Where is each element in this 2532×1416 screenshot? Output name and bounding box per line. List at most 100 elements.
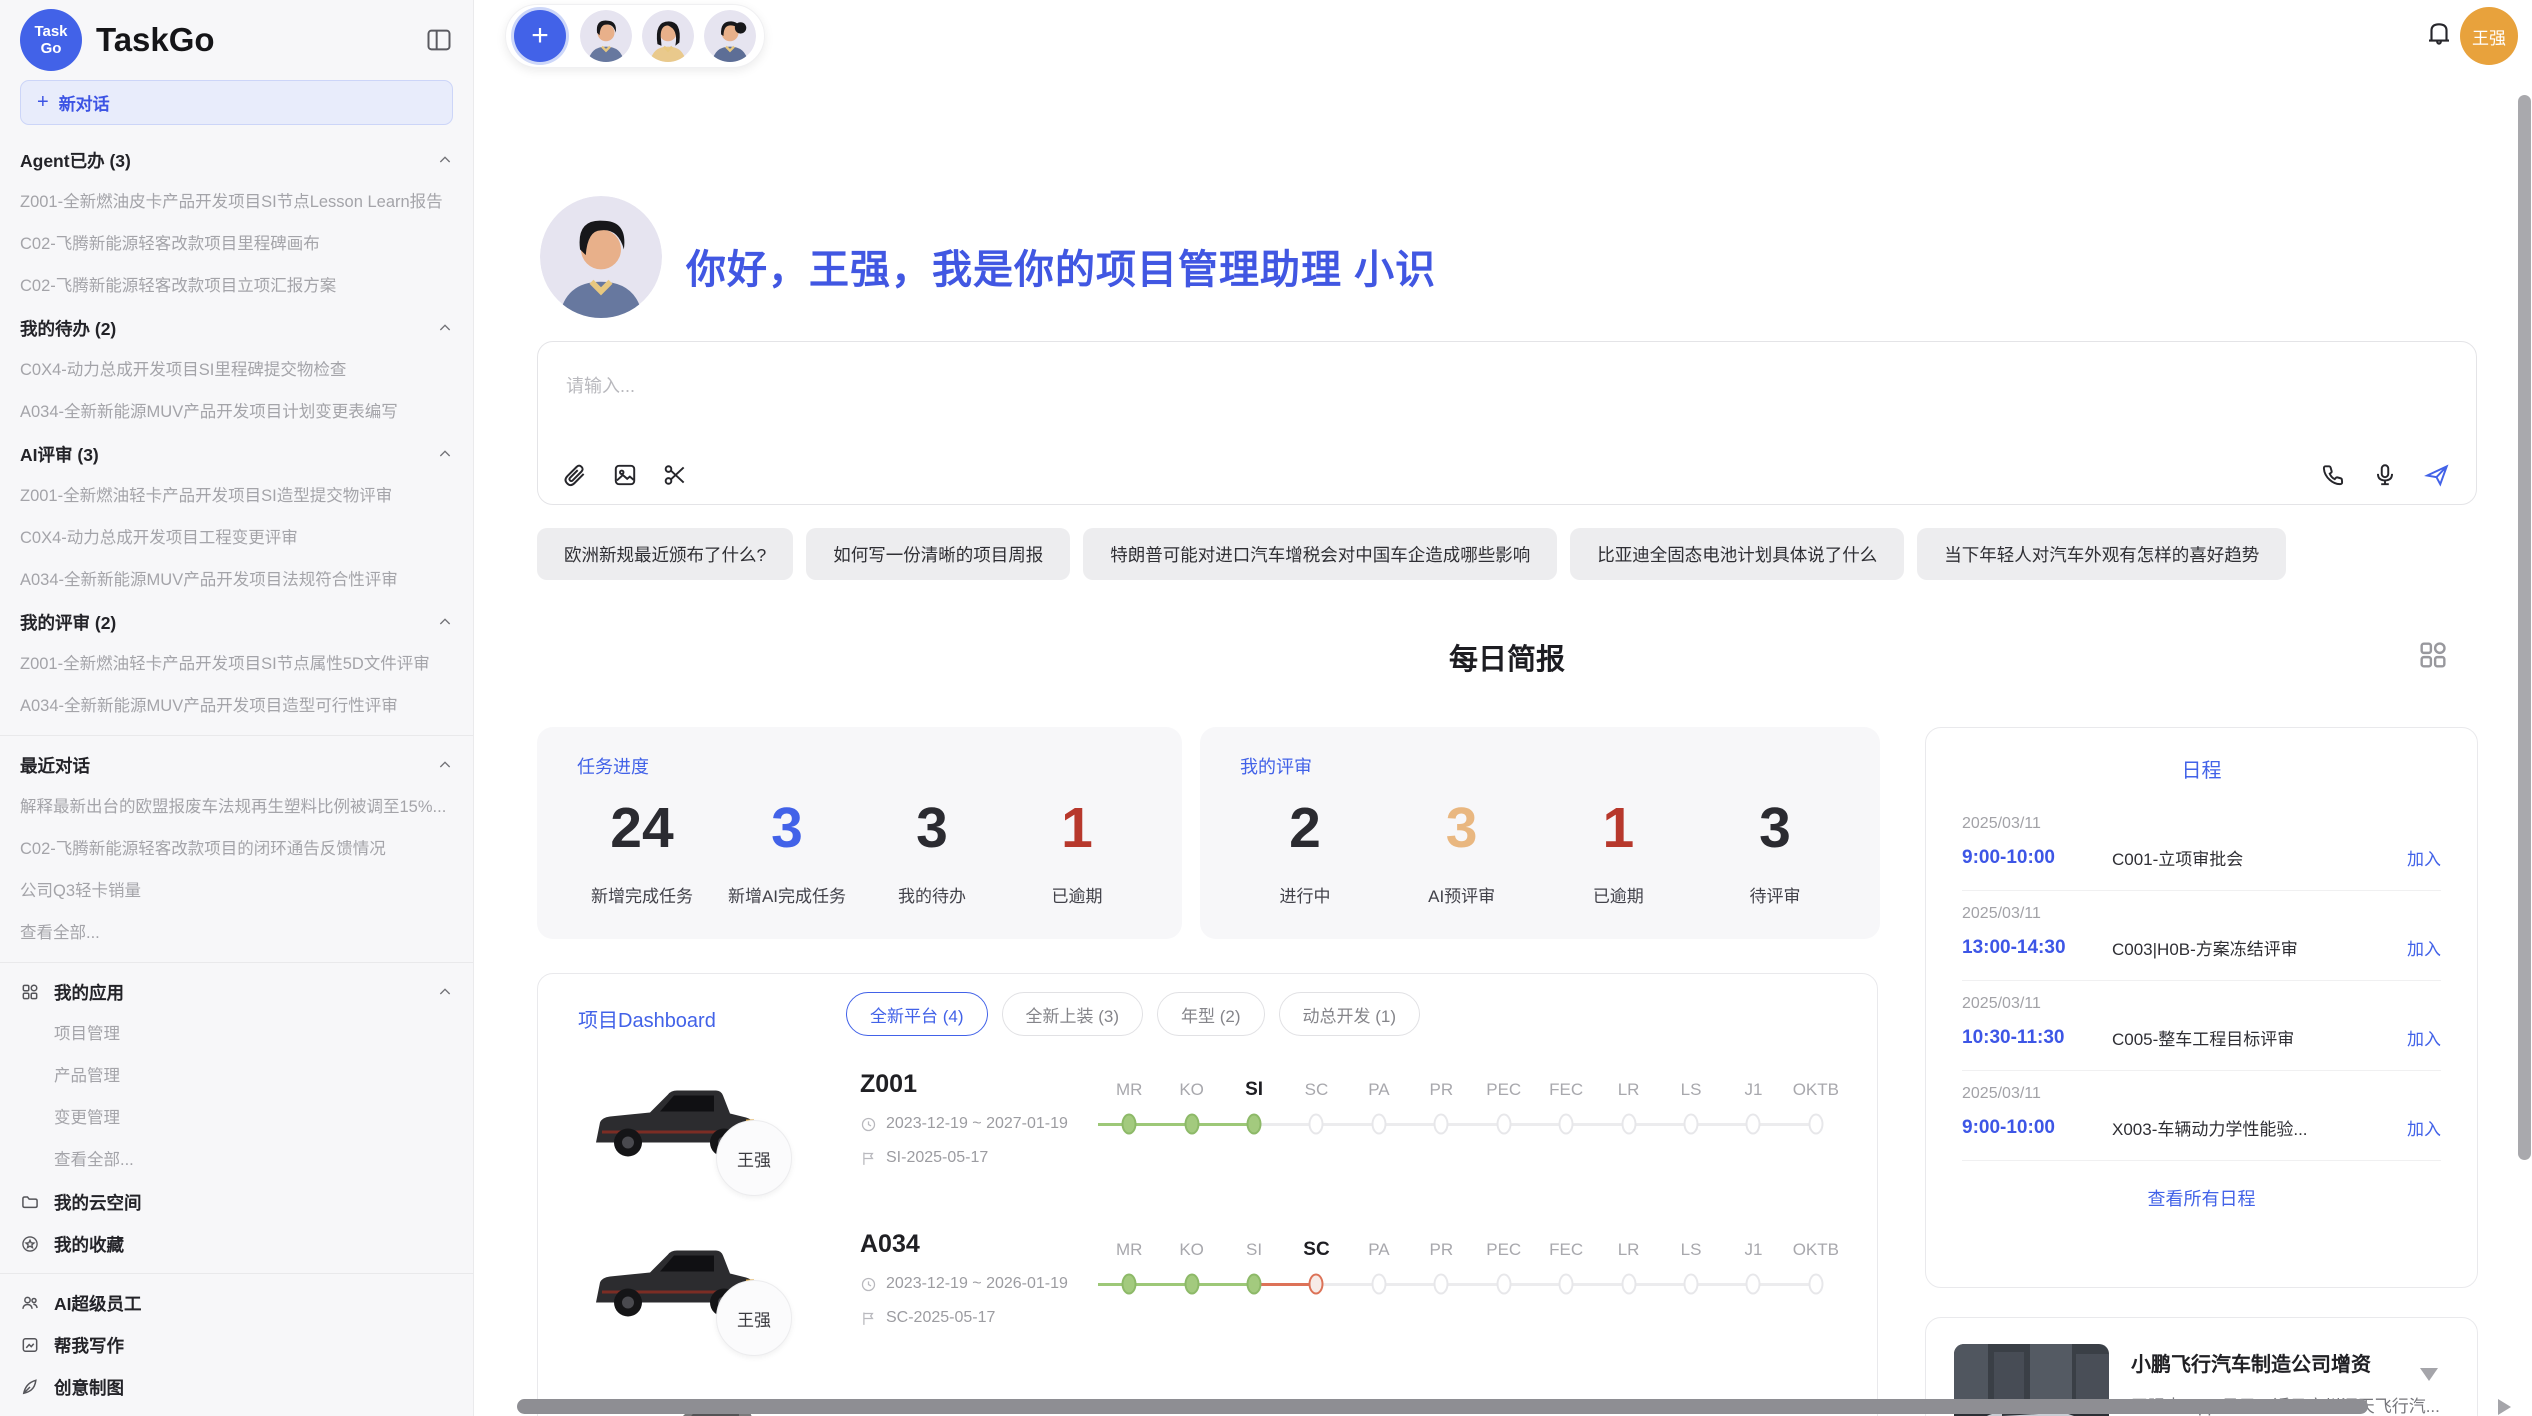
milestone-label: SI bbox=[1223, 1074, 1285, 1106]
schedule-title: 日程 bbox=[1926, 754, 2477, 783]
milestone-label: SI bbox=[1223, 1234, 1285, 1266]
chevron-up-icon[interactable] bbox=[437, 320, 453, 336]
dashboard-tab[interactable]: 全新平台 (4) bbox=[846, 992, 988, 1036]
sidebar-section-header[interactable]: AI评审 (3) bbox=[20, 433, 453, 475]
milestone-dots bbox=[1098, 1266, 1847, 1302]
scissors-icon[interactable] bbox=[662, 462, 688, 488]
phone-icon[interactable] bbox=[2320, 462, 2346, 488]
layout-grid-icon[interactable] bbox=[2416, 638, 2450, 672]
recent-chat-item[interactable]: C02-飞腾新能源轻客改款项目的闭环通告反馈情况 bbox=[20, 828, 453, 870]
my-review-card: 我的评审 2进行中3AI预评审1已逾期3待评审 bbox=[1200, 727, 1880, 939]
taskgo-logo: Task Go bbox=[20, 9, 82, 71]
chevron-up-icon[interactable] bbox=[437, 614, 453, 630]
suggestion-chip[interactable]: 如何写一份清晰的项目周报 bbox=[806, 528, 1070, 580]
dashboard-tab[interactable]: 全新上装 (3) bbox=[1002, 992, 1144, 1036]
project-dates-text: 2023-12-19 ~ 2026-01-19 bbox=[886, 1275, 1068, 1293]
milestone-labels: MRKOSISCPAPRPECFECLRLSJ1OKTB bbox=[1098, 1074, 1847, 1106]
vertical-scrollbar[interactable] bbox=[2518, 95, 2531, 1160]
join-meeting-link[interactable]: 加入 bbox=[2407, 845, 2441, 870]
chevron-up-icon[interactable] bbox=[437, 446, 453, 462]
sidebar-item[interactable]: Z001-全新燃油轻卡产品开发项目SI造型提交物评审 bbox=[20, 475, 453, 517]
suggestion-chip[interactable]: 特朗普可能对进口汽车增税会对中国车企造成哪些影响 bbox=[1083, 528, 1557, 580]
apps-grid-icon bbox=[20, 982, 40, 1002]
sidebar-item-help-me-write[interactable]: 帮我写作 bbox=[20, 1324, 453, 1366]
notification-bell-icon[interactable] bbox=[2424, 18, 2454, 48]
stat-label: 进行中 bbox=[1280, 882, 1331, 907]
sidebar-item[interactable]: A034-全新新能源MUV产品开发项目法规符合性评审 bbox=[20, 559, 453, 601]
logo-text-2: Go bbox=[41, 40, 62, 57]
suggestion-chip[interactable]: 当下年轻人对汽车外观有怎样的喜好趋势 bbox=[1917, 528, 2286, 580]
sidebar-item-favorites[interactable]: 我的收藏 bbox=[20, 1223, 453, 1265]
milestone-label: OKTB bbox=[1785, 1234, 1847, 1266]
milestone-step bbox=[1223, 1266, 1285, 1302]
app-item[interactable]: 变更管理 bbox=[20, 1097, 453, 1139]
new-chat-button[interactable]: + 新对话 bbox=[20, 80, 453, 125]
image-attach-icon[interactable] bbox=[612, 462, 638, 488]
suggestion-chip[interactable]: 比亚迪全固态电池计划具体说了什么 bbox=[1570, 528, 1904, 580]
schedule-item: 2025/03/1113:00-14:30C003|H0B-方案冻结评审加入 bbox=[1926, 891, 2477, 960]
dashboard-tab[interactable]: 动总开发 (1) bbox=[1279, 992, 1421, 1036]
sidebar-item[interactable]: C0X4-动力总成开发项目工程变更评审 bbox=[20, 517, 453, 559]
horizontal-scrollbar[interactable] bbox=[517, 1399, 2368, 1414]
my-apps-header[interactable]: 我的应用 bbox=[20, 971, 453, 1013]
app-item[interactable]: 项目管理 bbox=[20, 1013, 453, 1055]
view-all-chats-link[interactable]: 查看全部... bbox=[20, 912, 453, 954]
sidebar-item[interactable]: A034-全新新能源MUV产品开发项目造型可行性评审 bbox=[20, 685, 453, 727]
add-agent-button[interactable]: + bbox=[514, 10, 566, 62]
milestone-step bbox=[1660, 1266, 1722, 1302]
microphone-icon[interactable] bbox=[2372, 462, 2398, 488]
chevron-up-icon[interactable] bbox=[437, 757, 453, 773]
join-meeting-link[interactable]: 加入 bbox=[2407, 1115, 2441, 1140]
project-owner-badge: 王强 bbox=[716, 1280, 792, 1356]
suggestion-chip[interactable]: 欧洲新规最近颁布了什么? bbox=[537, 528, 793, 580]
milestone-label: KO bbox=[1160, 1074, 1222, 1106]
sidebar-section-header[interactable]: 我的评审 (2) bbox=[20, 601, 453, 643]
sidebar-item[interactable]: C02-飞腾新能源轻客改款项目立项汇报方案 bbox=[20, 265, 453, 307]
join-meeting-link[interactable]: 加入 bbox=[2407, 935, 2441, 960]
stat-label: 我的待办 bbox=[898, 882, 966, 907]
sidebar-item-ai-super-staff[interactable]: AI超级员工 bbox=[20, 1282, 453, 1324]
sidebar-divider bbox=[0, 1273, 473, 1274]
send-icon[interactable] bbox=[2424, 462, 2450, 488]
collapse-sidebar-icon[interactable] bbox=[425, 26, 453, 54]
milestone-stepper: MRKOSISCPAPRPECFECLRLSJ1OKTB bbox=[1098, 1074, 1847, 1142]
sidebar-item[interactable]: C0X4-动力总成开发项目SI里程碑提交物检查 bbox=[20, 349, 453, 391]
sidebar-item[interactable]: Z001-全新燃油皮卡产品开发项目SI节点Lesson Learn报告 bbox=[20, 181, 453, 223]
sidebar-section-header[interactable]: Agent已办 (3) bbox=[20, 139, 453, 181]
sidebar-item-cloud-space[interactable]: 我的云空间 bbox=[20, 1181, 453, 1223]
scroll-down-arrow[interactable] bbox=[2420, 1368, 2438, 1381]
sidebar-item[interactable]: C02-飞腾新能源轻客改款项目里程碑画布 bbox=[20, 223, 453, 265]
user-avatar[interactable]: 王强 bbox=[2460, 7, 2518, 65]
paperclip-icon[interactable] bbox=[562, 462, 588, 488]
agent-avatar-1[interactable] bbox=[580, 10, 632, 62]
milestone-dot bbox=[1184, 1114, 1199, 1135]
project-dates-text: 2023-12-19 ~ 2027-01-19 bbox=[886, 1115, 1068, 1133]
milestone-dot bbox=[1122, 1114, 1137, 1135]
milestone-step bbox=[1098, 1266, 1160, 1302]
chat-composer[interactable]: 请输入... bbox=[537, 341, 2477, 505]
sidebar-item-creative-drawing[interactable]: 创意制图 bbox=[20, 1366, 453, 1408]
recent-chat-item[interactable]: 公司Q3轻卡销量 bbox=[20, 870, 453, 912]
dashboard-tab[interactable]: 年型 (2) bbox=[1157, 992, 1265, 1036]
agent-avatar-3[interactable] bbox=[704, 10, 756, 62]
sidebar-section-header[interactable]: 我的待办 (2) bbox=[20, 307, 453, 349]
milestone-step bbox=[1410, 1266, 1472, 1302]
chevron-up-icon[interactable] bbox=[437, 152, 453, 168]
recent-chats-header[interactable]: 最近对话 bbox=[20, 744, 453, 786]
milestone-step bbox=[1785, 1106, 1847, 1142]
join-meeting-link[interactable]: 加入 bbox=[2407, 1025, 2441, 1050]
recent-chat-item[interactable]: 解释最新出台的欧盟报废车法规再生塑料比例被调至15%... bbox=[20, 786, 453, 828]
chevron-up-icon[interactable] bbox=[437, 984, 453, 1000]
sidebar-item[interactable]: Z001-全新燃油轻卡产品开发项目SI节点属性5D文件评审 bbox=[20, 643, 453, 685]
view-all-schedule-link[interactable]: 查看所有日程 bbox=[1926, 1185, 2477, 1211]
clock-icon bbox=[860, 1276, 877, 1293]
scroll-right-arrow[interactable] bbox=[2498, 1399, 2511, 1415]
view-all-apps-link[interactable]: 查看全部... bbox=[20, 1139, 453, 1181]
milestone-dot bbox=[1247, 1114, 1262, 1135]
app-item[interactable]: 产品管理 bbox=[20, 1055, 453, 1097]
sidebar-item[interactable]: A034-全新新能源MUV产品开发项目计划变更表编写 bbox=[20, 391, 453, 433]
agent-avatar-2[interactable] bbox=[642, 10, 694, 62]
milestone-dot bbox=[1371, 1114, 1386, 1135]
logo-text-1: Task bbox=[34, 23, 67, 40]
sidebar-section-title: AI评审 (3) bbox=[20, 442, 99, 467]
